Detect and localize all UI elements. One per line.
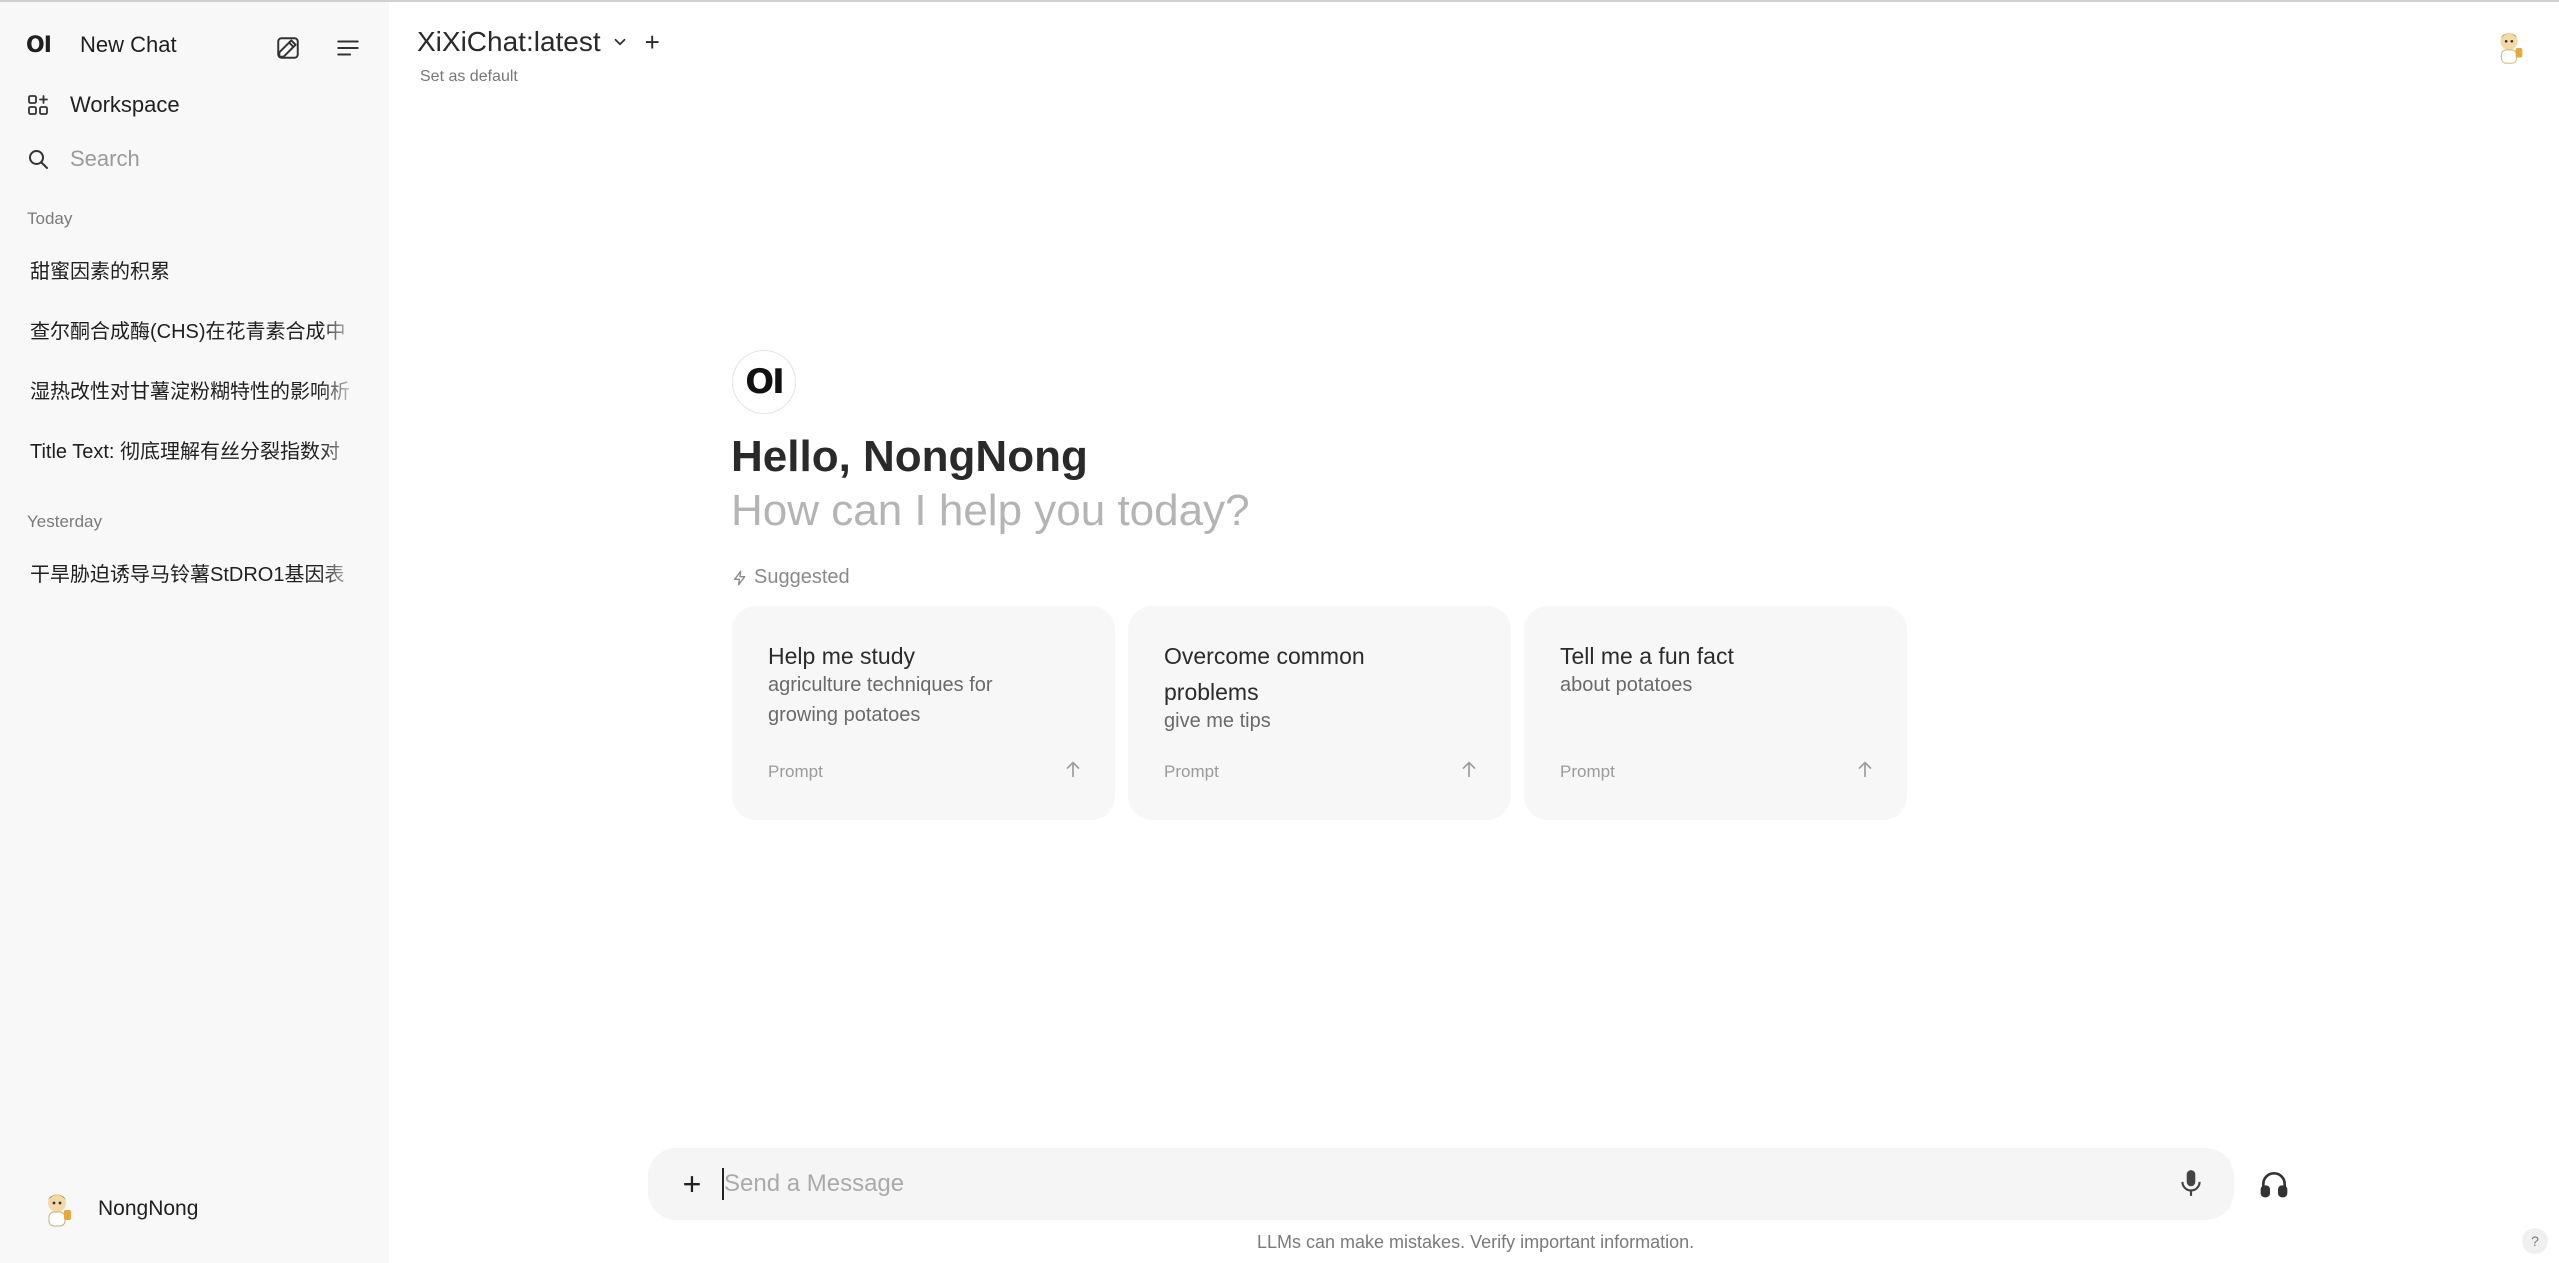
subtitle: How can I help you today? — [731, 486, 1250, 535]
suggested-text: Suggested — [754, 566, 850, 588]
bolt-icon — [734, 570, 746, 585]
profile-avatar[interactable] — [2488, 26, 2530, 68]
model-selector[interactable]: XiXiChat:latest + — [417, 26, 660, 58]
workspace-link[interactable]: Workspace — [26, 92, 180, 118]
edit-icon[interactable] — [268, 28, 308, 68]
card-tag: Prompt — [1164, 762, 1219, 781]
card-title: Overcome common problems — [1164, 643, 1365, 705]
suggestion-card[interactable]: Tell me a fun fact about potatoes Prompt — [1524, 606, 1907, 820]
card-subtitle: give me tips — [1164, 710, 1271, 732]
search-placeholder: Search — [70, 146, 140, 171]
model-logo: OI — [732, 350, 796, 414]
add-attachment-button[interactable]: + — [674, 1166, 710, 1202]
openwebui-logo: OI — [26, 32, 52, 58]
disclaimer: LLMs can make mistakes. Verify important… — [1257, 1232, 1695, 1252]
avatar — [36, 1188, 78, 1230]
new-chat-link[interactable]: OI New Chat — [26, 32, 177, 58]
chat-item[interactable]: 湿热改性对甘薯淀粉糊特性的影响析 — [30, 375, 360, 404]
arrow-up-icon — [1066, 761, 1080, 778]
arrow-up-icon — [1858, 761, 1872, 778]
card-subtitle: about potatoes — [1560, 674, 1693, 696]
help-button[interactable]: ? — [2522, 1228, 2548, 1254]
card-tag: Prompt — [1560, 762, 1615, 781]
headphones-icon[interactable] — [2256, 1166, 2292, 1202]
mic-icon[interactable] — [2178, 1168, 2204, 1203]
search-box[interactable]: Search — [26, 146, 140, 172]
new-chat-label: New Chat — [80, 32, 177, 57]
chat-item[interactable]: 干旱胁迫诱导马铃薯StDRO1基因表 — [30, 558, 360, 587]
sidebar: OI New Chat Workspace Search Today 甜蜜因素的… — [0, 2, 389, 1263]
section-today: Today — [27, 209, 73, 228]
suggestion-card[interactable]: Help me study agriculture techniques for… — [732, 606, 1115, 820]
add-model-button[interactable]: + — [645, 27, 660, 58]
chevron-down-icon[interactable] — [611, 33, 629, 51]
arrow-up-icon — [1462, 761, 1476, 778]
card-tag: Prompt — [768, 762, 823, 781]
set-default-link[interactable]: Set as default — [420, 68, 518, 86]
user-name: NongNong — [98, 1197, 199, 1220]
message-composer: + — [648, 1148, 2234, 1220]
suggested-label: Suggested — [732, 566, 850, 589]
chat-item[interactable]: Title Text: 彻底理解有丝分裂指数对 — [30, 435, 360, 464]
chat-item[interactable]: 查尔酮合成酶(CHS)在花青素合成中 — [30, 315, 360, 344]
card-title: Help me study — [768, 643, 916, 669]
user-menu[interactable]: NongNong — [36, 1188, 198, 1230]
greeting: Hello, NongNong — [731, 432, 1088, 481]
model-name: XiXiChat:latest — [417, 26, 601, 57]
grid-plus-icon — [28, 95, 48, 115]
search-icon — [29, 150, 48, 169]
card-subtitle: agriculture techniques for growing potat… — [768, 674, 993, 726]
suggestion-card[interactable]: Overcome common problems give me tips Pr… — [1128, 606, 1511, 820]
menu-icon[interactable] — [328, 28, 368, 68]
workspace-label: Workspace — [70, 92, 180, 117]
chat-item[interactable]: 甜蜜因素的积累 — [30, 255, 360, 284]
section-yesterday: Yesterday — [27, 512, 102, 531]
message-input[interactable] — [724, 1166, 2104, 1202]
card-title: Tell me a fun fact — [1560, 643, 1734, 669]
